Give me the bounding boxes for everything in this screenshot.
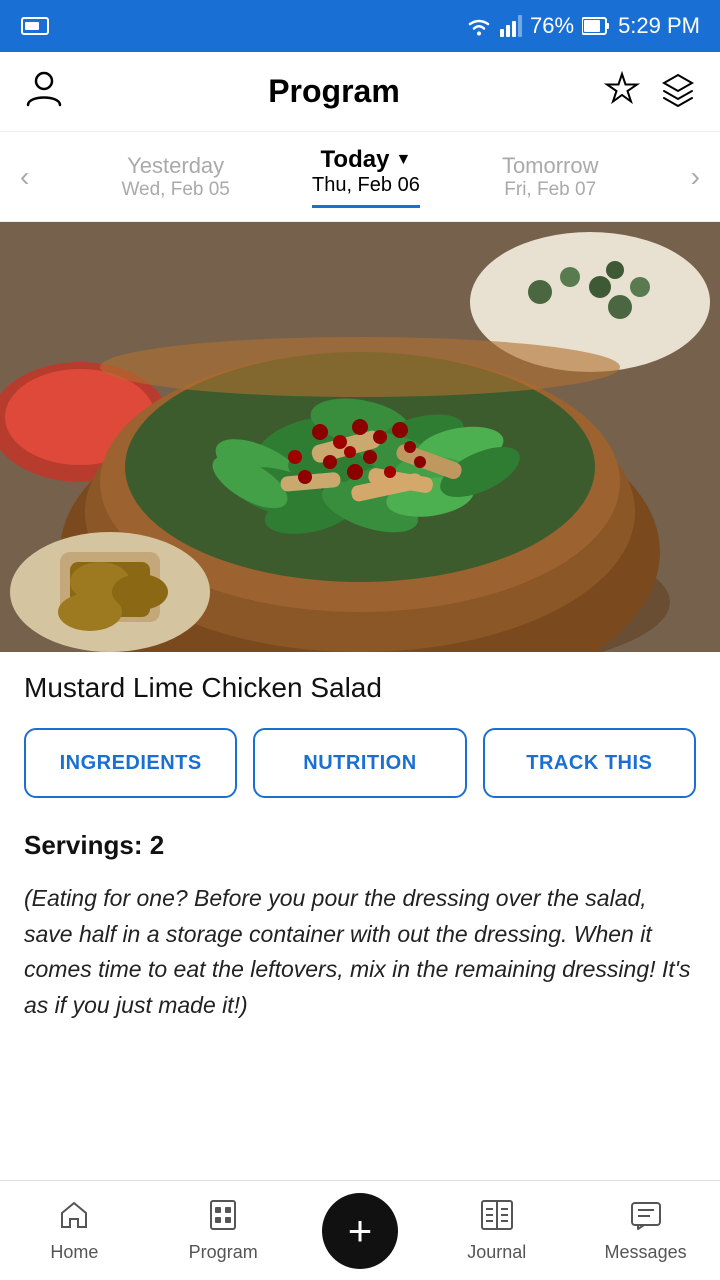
- add-icon: +: [348, 1210, 373, 1252]
- program-label: Program: [189, 1242, 258, 1263]
- track-this-button[interactable]: TRACK THIS: [483, 728, 696, 798]
- servings-text: Servings: 2: [24, 830, 696, 861]
- recipe-image: [0, 222, 720, 652]
- program-icon: [207, 1199, 239, 1236]
- action-buttons: INGREDIENTS NUTRITION TRACK THIS: [24, 728, 696, 798]
- profile-icon[interactable]: [24, 67, 64, 116]
- journal-label: Journal: [467, 1242, 526, 1263]
- home-label: Home: [50, 1242, 98, 1263]
- bottom-navigation: Home Program +: [0, 1180, 720, 1280]
- yesterday-option[interactable]: Yesterday Wed, Feb 05: [121, 153, 229, 201]
- recipe-description: (Eating for one? Before you pour the dre…: [24, 881, 696, 1024]
- messages-icon: [630, 1199, 662, 1236]
- yesterday-date: Wed, Feb 05: [121, 179, 229, 201]
- status-bar: 76% 5:29 PM: [0, 0, 720, 52]
- recipe-title: Mustard Lime Chicken Salad: [24, 672, 696, 704]
- dropdown-arrow-icon: ▼: [395, 151, 411, 169]
- ingredients-button[interactable]: INGREDIENTS: [24, 728, 237, 798]
- page-title: Program: [268, 73, 400, 110]
- tomorrow-date: Fri, Feb 07: [502, 179, 599, 201]
- nav-home[interactable]: Home: [24, 1199, 124, 1263]
- add-button[interactable]: +: [322, 1193, 398, 1269]
- tomorrow-label: Tomorrow: [502, 153, 599, 179]
- tomorrow-option[interactable]: Tomorrow Fri, Feb 07: [502, 153, 599, 201]
- today-label: Today: [321, 146, 390, 174]
- star-icon[interactable]: [604, 71, 640, 112]
- header: Program: [0, 52, 720, 132]
- status-icons: 76% 5:29 PM: [466, 13, 700, 39]
- battery-icon: [582, 17, 610, 35]
- nav-journal[interactable]: Journal: [447, 1199, 547, 1263]
- journal-icon: [480, 1199, 514, 1236]
- date-navigation: ‹ Yesterday Wed, Feb 05 Today ▼ Thu, Feb…: [0, 132, 720, 222]
- wifi-icon: [466, 15, 492, 37]
- today-date: Thu, Feb 06: [312, 174, 420, 197]
- messages-label: Messages: [605, 1242, 687, 1263]
- prev-arrow[interactable]: ‹: [10, 151, 39, 203]
- today-option[interactable]: Today ▼ Thu, Feb 06: [312, 146, 420, 208]
- layers-icon[interactable]: [660, 71, 696, 112]
- battery-text: 76%: [530, 13, 574, 39]
- home-icon: [58, 1199, 90, 1236]
- time-display: 5:29 PM: [618, 13, 700, 39]
- next-arrow[interactable]: ›: [681, 151, 710, 203]
- recipe-content: Mustard Lime Chicken Salad INGREDIENTS N…: [0, 652, 720, 1044]
- signal-icon: [500, 15, 522, 37]
- yesterday-label: Yesterday: [121, 153, 229, 179]
- nav-messages[interactable]: Messages: [596, 1199, 696, 1263]
- nav-program[interactable]: Program: [173, 1199, 273, 1263]
- nutrition-button[interactable]: NUTRITION: [253, 728, 466, 798]
